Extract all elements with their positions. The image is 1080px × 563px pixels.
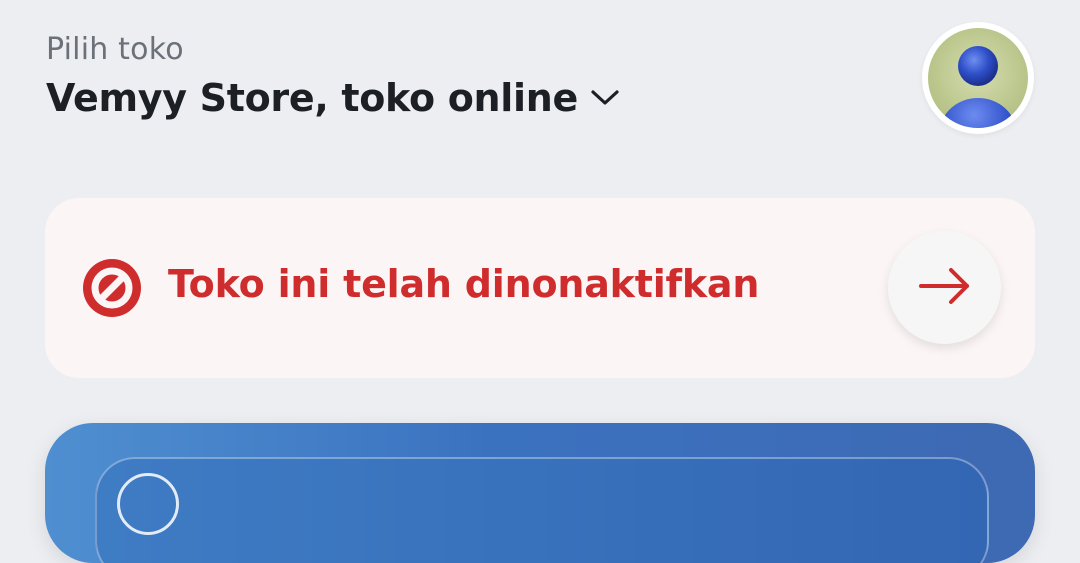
arrow-right-icon — [918, 266, 972, 310]
store-selector-dropdown[interactable]: Vemyy Store, toko online — [46, 76, 620, 120]
avatar[interactable] — [922, 22, 1034, 134]
promo-circle-icon — [117, 473, 179, 535]
promo-card-inner — [95, 457, 989, 563]
user-avatar-icon — [928, 28, 1028, 128]
store-name: Vemyy Store, toko online — [46, 76, 578, 120]
store-picker-label: Pilih toko — [46, 32, 184, 67]
promo-card[interactable] — [45, 423, 1035, 563]
block-icon — [83, 259, 141, 317]
alert-action-button[interactable] — [888, 231, 1001, 344]
chevron-down-icon — [590, 87, 620, 109]
alert-message: Toko ini telah dinonaktifkan — [168, 262, 760, 306]
store-deactivated-alert[interactable]: Toko ini telah dinonaktifkan — [45, 198, 1035, 378]
